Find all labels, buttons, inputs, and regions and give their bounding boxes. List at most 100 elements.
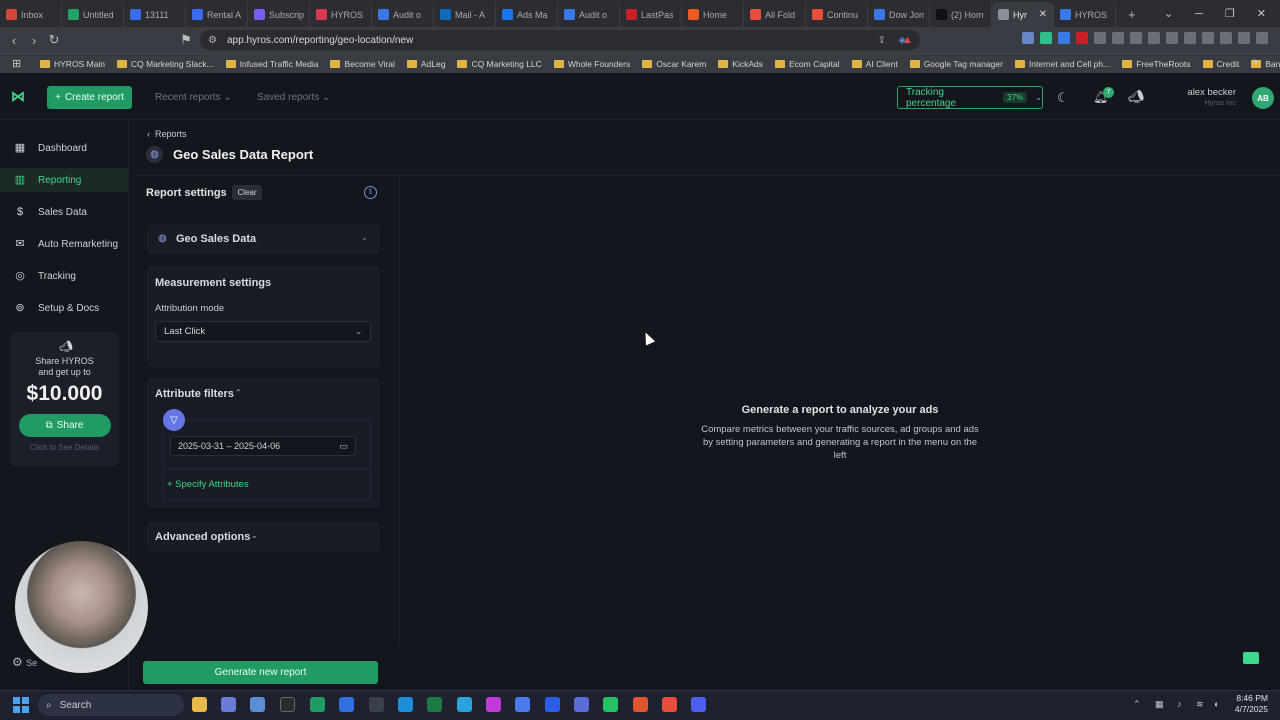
- warning-icon[interactable]: ▲: [902, 34, 913, 46]
- brave-icon[interactable]: [633, 697, 648, 712]
- tracking-percentage-button[interactable]: Tracking percentage 37% ⌄: [897, 86, 1043, 109]
- sidebar-item-sales-data[interactable]: $ Sales Data: [0, 200, 128, 224]
- app-icon[interactable]: [310, 697, 325, 712]
- mic-icon[interactable]: ♪: [1177, 699, 1182, 709]
- forward-icon[interactable]: ›: [24, 33, 44, 48]
- bookmark-item[interactable]: AI Client: [851, 59, 898, 69]
- share-button[interactable]: ⧉ Share: [18, 414, 111, 437]
- bookmark-item[interactable]: CQ Marketing LLC: [457, 59, 542, 69]
- minimize-icon[interactable]: ─: [1195, 8, 1203, 20]
- attribution-mode-select[interactable]: Last Click ⌄: [155, 321, 371, 342]
- bookmark-item[interactable]: CQ Marketing Slack...: [117, 59, 214, 69]
- bookmark-item[interactable]: Become Viral: [330, 59, 395, 69]
- browser-tab[interactable]: Subscrip: [248, 2, 310, 27]
- zoom-icon[interactable]: [545, 697, 560, 712]
- terminal-icon[interactable]: [280, 697, 295, 712]
- url-field[interactable]: ⚙ app.hyros.com/reporting/geo-location/n…: [200, 30, 920, 50]
- app-icon[interactable]: [574, 697, 589, 712]
- sidebar-item-reporting[interactable]: ▥ Reporting: [0, 168, 128, 192]
- settings-icon[interactable]: ⚙ Se: [12, 655, 37, 669]
- network-icon[interactable]: ▦: [1155, 699, 1164, 710]
- maximize-icon[interactable]: ❐: [1225, 7, 1235, 20]
- whatsapp-icon[interactable]: [603, 697, 618, 712]
- calculator-icon[interactable]: [221, 697, 236, 712]
- more-bookmarks-icon[interactable]: »: [1252, 56, 1258, 68]
- attribute-filters-heading[interactable]: Attribute filters: [155, 388, 234, 400]
- recent-reports-menu[interactable]: Recent reports ⌄: [155, 92, 232, 103]
- browser-tab[interactable]: LastPas: [620, 2, 682, 27]
- bookmark-item[interactable]: Infused Traffic Media: [225, 59, 318, 69]
- extension-icon[interactable]: [1076, 32, 1088, 44]
- wifi-icon[interactable]: ≋: [1196, 699, 1204, 710]
- browser-tab[interactable]: 13111: [124, 2, 186, 27]
- bookmark-item[interactable]: FreeTheRoots: [1122, 59, 1191, 69]
- chat-icon[interactable]: [1243, 652, 1259, 664]
- browser-tab[interactable]: Mail - A: [434, 2, 496, 27]
- taskbar-search[interactable]: ⌕ Search: [38, 694, 184, 716]
- media-icon[interactable]: [1166, 32, 1178, 44]
- reload-icon[interactable]: ↻: [44, 32, 64, 48]
- app-icon[interactable]: [339, 697, 354, 712]
- browser-tab[interactable]: Audit o: [558, 2, 620, 27]
- close-tab-icon[interactable]: ✕: [1039, 9, 1047, 20]
- extension-icon[interactable]: [1130, 32, 1142, 44]
- breadcrumb[interactable]: ‹ Reports: [147, 129, 187, 139]
- avatar[interactable]: AB: [1252, 87, 1274, 109]
- sidebar-item-tracking[interactable]: ◎ Tracking: [0, 264, 128, 288]
- browser-tab[interactable]: All Fold: [744, 2, 806, 27]
- browser-tab[interactable]: Hyr ✕: [992, 2, 1054, 27]
- hyros-logo[interactable]: ⋈: [11, 88, 29, 106]
- filter-icon[interactable]: ▽: [163, 409, 185, 431]
- close-window-icon[interactable]: ✕: [1257, 7, 1266, 20]
- settings-app-icon[interactable]: [250, 697, 265, 712]
- bookmark-item[interactable]: Internet and Cell ph...: [1014, 59, 1110, 69]
- user-info[interactable]: alex becker Hyros Inc: [1180, 87, 1236, 107]
- megaphone-icon[interactable]: 📣︎: [1128, 89, 1145, 105]
- app-icon[interactable]: [691, 697, 706, 712]
- site-info-icon[interactable]: ⚙: [208, 35, 217, 46]
- browser-tab[interactable]: Continu: [806, 2, 868, 27]
- apps-grid-icon[interactable]: ⊞: [12, 57, 21, 70]
- browser-tab[interactable]: Dow Jon: [868, 2, 930, 27]
- wallet-icon[interactable]: [1202, 32, 1214, 44]
- browser-tab[interactable]: HYROS: [1054, 2, 1116, 27]
- saved-reports-menu[interactable]: Saved reports ⌄: [257, 92, 330, 103]
- browser-tab[interactable]: (2) Hom: [930, 2, 992, 27]
- browser-tab[interactable]: Rental A: [186, 2, 248, 27]
- extension-icon[interactable]: [1094, 32, 1106, 44]
- clear-button[interactable]: Clear: [232, 185, 262, 200]
- share-icon[interactable]: ⇪: [878, 35, 886, 46]
- edge-icon[interactable]: [398, 697, 413, 712]
- sidebar-item-setup-docs[interactable]: ⊚ Setup & Docs: [0, 296, 128, 320]
- windows-start-icon[interactable]: [13, 697, 29, 713]
- sidebar-item-auto-remarketing[interactable]: ✉ Auto Remarketing: [0, 232, 128, 256]
- browser-tab[interactable]: Inbox: [0, 2, 62, 27]
- date-range-picker[interactable]: 2025-03-31 – 2025-04-06 ▭: [170, 436, 356, 456]
- browser-tab[interactable]: Ads Ma: [496, 2, 558, 27]
- taskbar-clock[interactable]: 8:46 PM 4/7/2025: [1228, 693, 1268, 715]
- browser-tab[interactable]: HYROS: [310, 2, 372, 27]
- app-icon[interactable]: [369, 697, 384, 712]
- advanced-options-card[interactable]: Advanced options ⌄: [147, 522, 380, 552]
- bookmark-item[interactable]: Oscar Karem: [642, 59, 706, 69]
- sidebar-item-dashboard[interactable]: ▦ Dashboard: [0, 136, 128, 160]
- bookmark-item[interactable]: Ecom Capital: [775, 59, 840, 69]
- bookmark-item[interactable]: KickAds: [718, 59, 763, 69]
- generate-report-button[interactable]: Generate new report: [143, 661, 378, 684]
- chevron-up-icon[interactable]: ⌃: [1133, 699, 1141, 710]
- back-icon[interactable]: ‹: [4, 33, 24, 48]
- see-details-link[interactable]: Click to See Details: [10, 443, 119, 452]
- extension-icon[interactable]: [1112, 32, 1124, 44]
- puzzle-icon[interactable]: [1148, 32, 1160, 44]
- telegram-icon[interactable]: [457, 697, 472, 712]
- bookmark-item[interactable]: Whole Founders: [553, 59, 630, 69]
- sidebar-icon[interactable]: [1184, 32, 1196, 44]
- geo-sales-data-card[interactable]: ◍ Geo Sales Data ⌄: [147, 224, 380, 254]
- chrome-icon[interactable]: [662, 697, 677, 712]
- bookmark-item[interactable]: Credit: [1202, 59, 1239, 69]
- extension-icon[interactable]: [1040, 32, 1052, 44]
- browser-tab[interactable]: Audit o: [372, 2, 434, 27]
- excel-icon[interactable]: [427, 697, 442, 712]
- extension-icon[interactable]: [1058, 32, 1070, 44]
- settings-toggle-icon[interactable]: ǁ: [364, 186, 377, 199]
